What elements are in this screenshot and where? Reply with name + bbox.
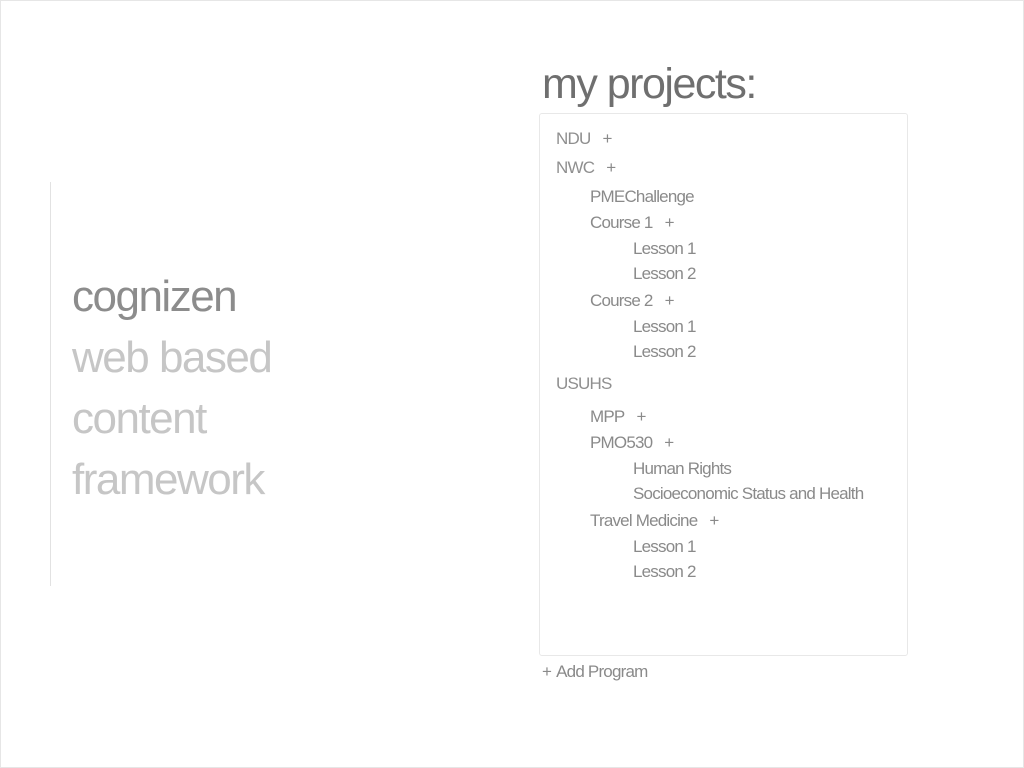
lesson-1-course-1[interactable]: Lesson 1: [633, 238, 696, 260]
lesson-2-course-1[interactable]: Lesson 2: [633, 263, 696, 285]
course-pmo530[interactable]: PMO530 +: [590, 432, 674, 454]
brand-divider: [50, 182, 51, 586]
tree-item-label[interactable]: Human Rights: [633, 459, 732, 478]
lesson-2-course-2[interactable]: Lesson 2: [633, 341, 696, 363]
projects-title: my projects:: [542, 60, 757, 108]
tree-item-label[interactable]: USUHS: [556, 374, 612, 393]
add-course-nwc-button[interactable]: +: [606, 158, 616, 177]
course-1-nwc[interactable]: Course 1 +: [590, 212, 675, 234]
plus-icon[interactable]: +: [542, 662, 552, 681]
program-nwc[interactable]: NWC +: [556, 157, 616, 179]
tree-item-label[interactable]: PMO530: [590, 433, 653, 452]
lesson-1-travel-medicine[interactable]: Lesson 1: [633, 536, 696, 558]
tree-item-label[interactable]: NDU: [556, 129, 591, 148]
program-ndu[interactable]: NDU +: [556, 128, 612, 150]
tree-item-label[interactable]: MPP: [590, 407, 625, 426]
add-lesson-travel-medicine-button[interactable]: +: [709, 511, 719, 530]
add-lesson-course-1-button[interactable]: +: [665, 213, 675, 232]
brand-name: cognizen: [72, 272, 238, 321]
course-travel-medicine[interactable]: Travel Medicine +: [590, 510, 719, 532]
tree-item-label[interactable]: Course 1: [590, 213, 653, 232]
tree-item-label[interactable]: Lesson 2: [633, 562, 696, 581]
tree-item-label[interactable]: Lesson 1: [633, 239, 696, 258]
tree-item-label[interactable]: NWC: [556, 158, 595, 177]
lesson-1-course-2[interactable]: Lesson 1: [633, 316, 696, 338]
add-lesson-pmo530-button[interactable]: +: [664, 433, 674, 452]
tree-item-label[interactable]: Lesson 1: [633, 537, 696, 556]
add-course-ndu-button[interactable]: +: [602, 129, 612, 148]
lesson-human-rights[interactable]: Human Rights: [633, 458, 732, 480]
add-lesson-mpp-button[interactable]: +: [636, 407, 646, 426]
brand-tagline-line-3: framework: [72, 455, 265, 504]
tree-item-label[interactable]: PMEChallenge: [590, 187, 695, 206]
tree-item-label[interactable]: Socioeconomic Status and Health: [633, 484, 864, 503]
add-lesson-course-2-button[interactable]: +: [665, 291, 675, 310]
tree-item-label[interactable]: Lesson 2: [633, 264, 696, 283]
brand-block: cognizen web based content framework: [72, 266, 273, 510]
tree-item-label[interactable]: Travel Medicine: [590, 511, 698, 530]
tree-item-label[interactable]: Lesson 2: [633, 342, 696, 361]
add-program-label[interactable]: Add Program: [556, 662, 648, 681]
brand-tagline-line-2: content: [72, 394, 207, 443]
lesson-socioeconomic-status[interactable]: Socioeconomic Status and Health: [633, 483, 864, 505]
add-program-button[interactable]: + Add Program: [542, 661, 648, 683]
course-2-nwc[interactable]: Course 2 +: [590, 290, 675, 312]
course-mpp[interactable]: MPP +: [590, 406, 646, 428]
tree-item-label[interactable]: Course 2: [590, 291, 653, 310]
tree-item-label[interactable]: Lesson 1: [633, 317, 696, 336]
lesson-2-travel-medicine[interactable]: Lesson 2: [633, 561, 696, 583]
program-usuhs[interactable]: USUHS: [556, 373, 612, 395]
course-pmechallenge[interactable]: PMEChallenge: [590, 186, 695, 208]
brand-tagline-line-1: web based: [72, 333, 273, 382]
projects-tree-panel: NDU + NWC + PMEChallenge Course 1 + Lesson …: [539, 113, 908, 656]
